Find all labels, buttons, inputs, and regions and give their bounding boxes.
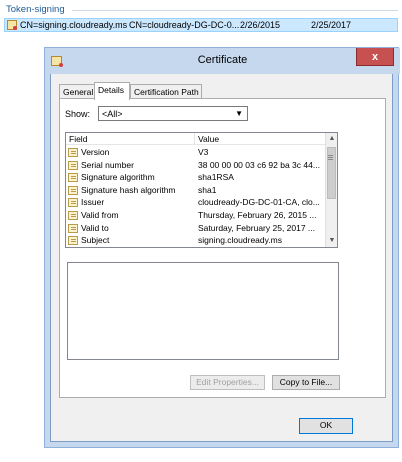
field-value: cloudready-DG-DC-01-CA, clo...: [198, 197, 320, 208]
field-icon: [68, 148, 78, 157]
field-icon: [68, 160, 78, 170]
field-icon: [68, 210, 78, 220]
token-signing-row[interactable]: CN=signing.cloudready.ms CN=cloudready-D…: [4, 18, 398, 32]
certificate-dialog: Certificate x General Details Certificat…: [45, 48, 400, 442]
scroll-grip-icon: [328, 155, 333, 156]
field-name: Subject: [81, 235, 110, 246]
show-dropdown-value: <All>: [102, 109, 123, 119]
field-icon: [68, 173, 78, 183]
details-panel: Show: <All> ▼ Field Value Version V3 Ser…: [59, 98, 386, 398]
field-value: sha1: [198, 184, 217, 195]
field-name: Serial number: [81, 159, 134, 170]
field-value: V3: [198, 147, 209, 157]
list-row-valid-from[interactable]: Valid from Thursday, February 26, 2015 .…: [66, 209, 326, 222]
field-value: signing.cloudready.ms: [198, 235, 282, 246]
close-icon: x: [371, 50, 379, 63]
tab-general[interactable]: General: [59, 84, 95, 99]
field-value: Thursday, February 26, 2015 ...: [198, 209, 317, 220]
list-row-issuer[interactable]: Issuer cloudready-DG-DC-01-CA, clo...: [66, 196, 326, 209]
scroll-up-icon[interactable]: ▲: [326, 133, 337, 145]
section-title: Token-signing: [6, 4, 65, 15]
dialog-title: Certificate: [197, 54, 248, 66]
field-icon: [68, 223, 78, 233]
field-icon: [68, 198, 78, 208]
field-list[interactable]: Field Value Version V3 Serial number 38 …: [65, 132, 338, 248]
field-name: Signature algorithm: [81, 172, 155, 183]
field-name: Issuer: [81, 197, 105, 208]
title-bar[interactable]: Certificate x: [45, 48, 400, 74]
list-row-version[interactable]: Version V3: [66, 146, 326, 159]
list-row-serial-number[interactable]: Serial number 38 00 00 00 03 c6 92 ba 3c…: [66, 159, 326, 172]
list-row-subject[interactable]: Subject signing.cloudready.ms: [66, 234, 326, 247]
chevron-down-icon: ▼: [235, 109, 243, 118]
field-value: Saturday, February 25, 2017 ...: [198, 222, 316, 233]
list-row-signature-algorithm[interactable]: Signature algorithm sha1RSA: [66, 171, 326, 184]
field-name: Valid from: [81, 209, 119, 220]
field-value: 38 00 00 00 03 c6 92 ba 3c 44...: [198, 159, 320, 170]
field-value: sha1RSA: [198, 172, 234, 183]
token-subject: CN=signing.cloudready.ms: [20, 20, 128, 30]
certificate-icon: [7, 20, 17, 30]
column-separator: [194, 133, 195, 145]
column-header-value[interactable]: Value: [198, 134, 219, 144]
vertical-scrollbar[interactable]: ▲ ▼: [325, 133, 337, 247]
field-name: Signature hash algorithm: [81, 184, 176, 195]
list-row-signature-hash-algorithm[interactable]: Signature hash algorithm sha1: [66, 184, 326, 197]
token-valid-to: 2/25/2017: [311, 20, 352, 30]
show-dropdown[interactable]: <All> ▼: [98, 106, 248, 121]
field-icon: [68, 185, 78, 195]
edit-properties-button[interactable]: Edit Properties...: [190, 375, 265, 390]
list-row-valid-to[interactable]: Valid to Saturday, February 25, 2017 ...: [66, 222, 326, 235]
close-button[interactable]: x: [356, 48, 394, 66]
ok-button[interactable]: OK: [299, 418, 353, 434]
token-issuer: CN=cloudready-DG-DC-0...: [129, 20, 240, 30]
value-detail-box[interactable]: [67, 262, 339, 360]
section-divider: [72, 10, 398, 11]
tab-certification-path[interactable]: Certification Path: [130, 84, 202, 99]
token-valid-from: 2/26/2015: [240, 20, 281, 30]
column-header-field[interactable]: Field: [69, 134, 87, 144]
tab-details[interactable]: Details: [94, 82, 130, 100]
field-icon: [68, 236, 78, 246]
field-name: Valid to: [81, 222, 109, 233]
copy-to-file-button[interactable]: Copy to File...: [272, 375, 340, 390]
list-header: Field Value: [66, 133, 326, 145]
show-label: Show:: [65, 109, 91, 119]
list-body: Version V3 Serial number 38 00 00 00 03 …: [66, 146, 326, 247]
scroll-down-icon[interactable]: ▼: [326, 235, 337, 247]
field-name: Version: [81, 147, 110, 157]
